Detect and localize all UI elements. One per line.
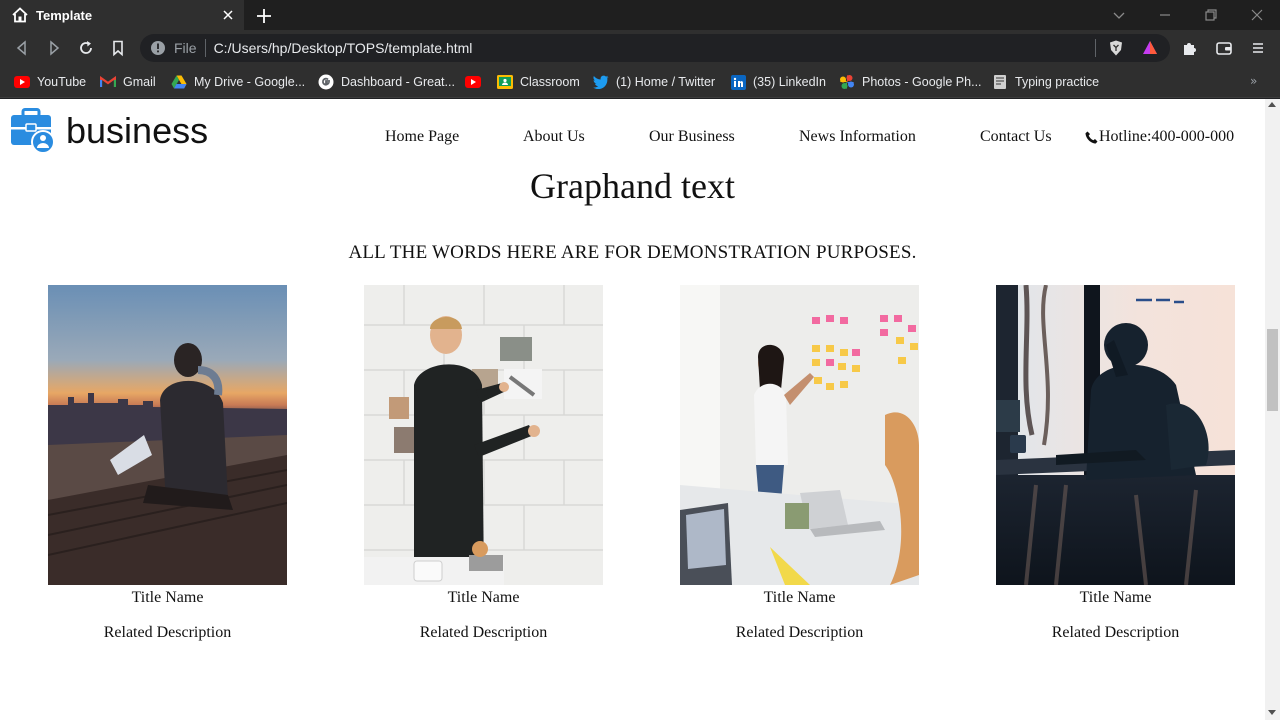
twitter-icon — [593, 74, 609, 90]
google-classroom-icon — [497, 74, 513, 90]
divider — [204, 39, 206, 57]
forward-icon[interactable] — [45, 39, 63, 57]
briefcase-logo-icon — [11, 108, 55, 154]
brave-rewards-icon[interactable] — [1141, 39, 1159, 57]
brave-shield-icon[interactable] — [1107, 39, 1125, 57]
bookmark-label: (35) LinkedIn — [753, 75, 826, 89]
nav-news-information[interactable]: News Information — [799, 128, 916, 146]
man-pinning-photos-wall-photo — [364, 285, 603, 585]
menu-hamburger-icon[interactable] — [1249, 39, 1267, 57]
hotline: Hotline:400-000-000 — [1085, 128, 1234, 146]
scroll-down-arrow-icon[interactable] — [1268, 710, 1276, 715]
bookmark-label: Gmail — [123, 75, 156, 89]
card-description: Related Description — [735, 624, 864, 641]
card-description: Related Description — [103, 624, 232, 641]
close-icon[interactable] — [220, 7, 236, 23]
home-icon — [12, 7, 28, 23]
google-drive-icon — [171, 74, 187, 90]
tab-title: Template — [36, 7, 93, 23]
bookmark-icon[interactable] — [109, 39, 127, 57]
youtube-icon — [14, 74, 30, 90]
divider — [1095, 39, 1096, 57]
bookmark-label: Classroom — [520, 75, 580, 89]
youtube-icon — [465, 74, 481, 90]
tab-search-chevron-icon[interactable] — [1111, 7, 1127, 23]
bookmark-label: My Drive - Google... — [194, 75, 306, 89]
bookmark-label: (1) Home / Twitter — [616, 75, 716, 89]
bookmark-gmail[interactable]: Gmail — [100, 72, 156, 92]
site-logo[interactable]: business — [10, 108, 208, 154]
bookmark-label: Typing practice — [1015, 75, 1100, 89]
hotline-text: Hotline:400-000-000 — [1099, 128, 1235, 145]
page-scrollbar[interactable] — [1265, 99, 1280, 720]
bookmark-my-drive[interactable]: My Drive - Google... — [171, 72, 305, 92]
browser-toolbar: File C:/Users/hp/Desktop/TOPS/template.h… — [0, 30, 1280, 66]
card[interactable]: Title Name Related Description — [48, 285, 287, 642]
woman-sticky-notes-office-photo — [680, 285, 919, 585]
man-laptop-sunset-photo — [48, 285, 287, 585]
back-icon[interactable] — [13, 39, 31, 57]
new-tab-plus-icon[interactable] — [254, 6, 274, 26]
bookmark-youtube[interactable]: YouTube — [14, 72, 86, 92]
bookmark-linkedin[interactable]: (35) LinkedIn — [730, 72, 826, 92]
bookmark-label: Photos - Google Ph... — [862, 75, 982, 89]
page-viewport: business Home Page About Us Our Business… — [0, 99, 1265, 720]
phone-icon — [1085, 131, 1098, 143]
bookmark-google-photos[interactable]: Photos - Google Ph... — [839, 72, 982, 92]
google-photos-icon — [839, 74, 855, 90]
card[interactable]: Title Name Related Description — [996, 285, 1235, 642]
wallet-icon[interactable] — [1215, 39, 1233, 57]
bookmark-youtube-2[interactable] — [465, 72, 488, 92]
card-title: Title Name — [763, 589, 836, 606]
card-description: Related Description — [1051, 624, 1180, 641]
card[interactable]: Title Name Related Description — [680, 285, 919, 642]
tab-strip: Template — [0, 0, 1280, 30]
tab-template[interactable]: Template — [0, 0, 244, 30]
scrollbar-thumb[interactable] — [1267, 329, 1278, 411]
linkedin-icon — [730, 74, 746, 90]
page-subheading: ALL THE WORDS HERE ARE FOR DEMONSTRATION… — [348, 242, 917, 263]
url-scheme: File — [174, 40, 197, 56]
google-g-icon — [318, 74, 334, 90]
bookmark-dashboard[interactable]: Dashboard - Great... — [318, 72, 455, 92]
typing-icon — [992, 74, 1008, 90]
minimize-icon[interactable] — [1157, 7, 1173, 23]
reload-icon[interactable] — [77, 39, 95, 57]
page-headline: Graphand text — [530, 166, 735, 206]
scroll-up-arrow-icon[interactable] — [1268, 102, 1276, 107]
bookmark-label: Dashboard - Great... — [341, 75, 455, 89]
card[interactable]: Title Name Related Description — [364, 285, 603, 642]
bookmark-classroom[interactable]: Classroom — [497, 72, 580, 92]
bookmark-twitter[interactable]: (1) Home / Twitter — [593, 72, 715, 92]
logo-text: business — [66, 110, 209, 151]
bookmarks-overflow-icon[interactable]: » — [1250, 74, 1257, 88]
nav-contact-us[interactable]: Contact Us — [980, 128, 1052, 146]
nav-our-business[interactable]: Our Business — [649, 128, 735, 146]
card-description: Related Description — [419, 624, 548, 641]
card-title: Title Name — [1079, 589, 1152, 606]
nav-home-page[interactable]: Home Page — [385, 128, 459, 146]
nav-about-us[interactable]: About Us — [523, 128, 585, 146]
card-title: Title Name — [131, 589, 204, 606]
gmail-icon — [100, 74, 116, 90]
url-text[interactable]: C:/Users/hp/Desktop/TOPS/template.html — [214, 40, 473, 56]
extensions-puzzle-icon[interactable] — [1181, 39, 1199, 57]
bookmark-typing-practice[interactable]: Typing practice — [992, 72, 1099, 92]
silhouette-window-cafe-photo — [996, 285, 1235, 585]
card-title: Title Name — [447, 589, 520, 606]
info-icon[interactable] — [150, 40, 166, 56]
window-close-icon[interactable] — [1249, 7, 1265, 23]
bookmark-label: YouTube — [37, 75, 87, 89]
address-bar[interactable]: File C:/Users/hp/Desktop/TOPS/template.h… — [140, 34, 1170, 62]
restore-icon[interactable] — [1203, 7, 1219, 23]
bookmarks-bar: YouTube Gmail My Drive - Google... Dashb… — [0, 66, 1280, 98]
